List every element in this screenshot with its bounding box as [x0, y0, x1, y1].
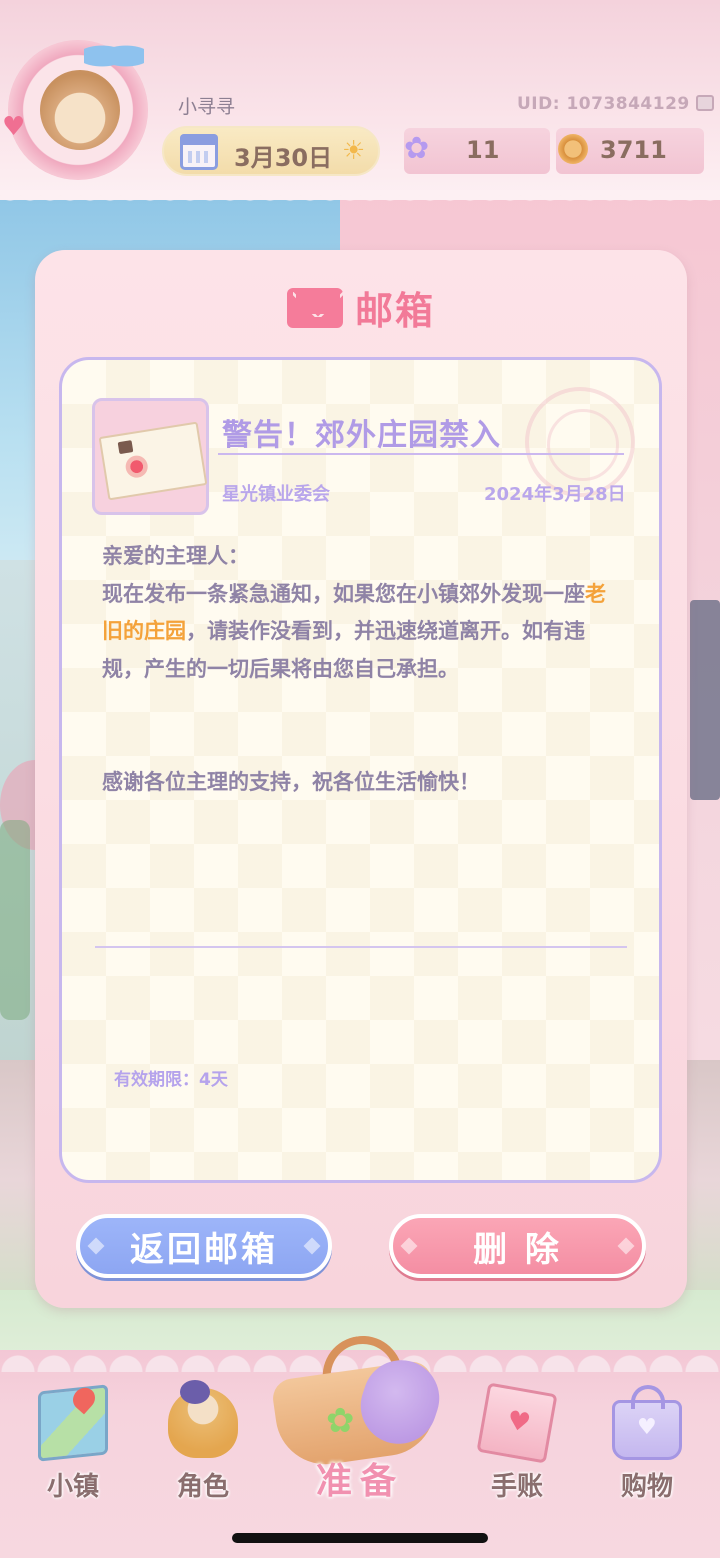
green-bow-icon: ✿ [326, 1401, 355, 1441]
gem-counter[interactable]: ✿ 11 [404, 128, 550, 174]
mail-body-part-1: 现在发布一条紧急通知，如果您在小镇郊外发现一座 [102, 581, 585, 606]
sun-icon: ☀ [342, 136, 366, 166]
map-pin-icon [68, 1383, 100, 1415]
back-button-label: 返回邮箱 [130, 1229, 278, 1270]
letter-thumbnail-icon [92, 398, 209, 515]
delete-button[interactable]: 删 除 [389, 1214, 646, 1278]
star-gem-icon: ✿ [404, 131, 430, 166]
mail-sender: 星光镇业委会 [222, 484, 330, 505]
window-frame [690, 600, 720, 800]
envelope-card [98, 421, 208, 501]
uid-text: UID: 1073844129 [517, 94, 690, 114]
back-to-mailbox-button[interactable]: 返回邮箱 [76, 1214, 332, 1278]
heart-icon: ♥ [2, 112, 26, 142]
top-hat-icon [117, 440, 134, 455]
subject-divider [218, 453, 624, 455]
mail-date: 2024年3月28日 [484, 484, 626, 505]
nav-prepare-label: 准备 [315, 1461, 404, 1502]
mail-greeting: 亲爱的主理人： [102, 544, 249, 568]
uid-label[interactable]: UID: 1073844129 [517, 94, 714, 114]
diamond-icon [87, 1237, 105, 1255]
envelope-icon [286, 287, 343, 328]
wax-seal-icon [124, 454, 150, 480]
nav-shop[interactable]: ♥ 购物 [592, 1385, 702, 1502]
nav-prepare[interactable]: ✿ 准备 [262, 1330, 458, 1502]
coin-counter[interactable]: 3711 [556, 128, 704, 174]
journal-icon: ♥ [476, 1382, 558, 1464]
nav-journal-label: 手账 [490, 1472, 543, 1502]
cherry-icon: ♥ [504, 1405, 533, 1440]
mail-closing: 感谢各位主理的支持，祝各位生活愉快！ [102, 770, 480, 794]
nav-journal[interactable]: ♥ 手账 [462, 1382, 572, 1502]
nav-town-label: 小镇 [46, 1472, 99, 1502]
delete-button-label: 删 除 [473, 1229, 562, 1270]
nav-character-label: 角色 [176, 1472, 229, 1502]
copy-icon[interactable] [695, 95, 714, 111]
date-display[interactable]: 3月30日 ☀ [162, 126, 380, 176]
home-indicator[interactable] [232, 1533, 488, 1543]
nav-shop-label: 购物 [620, 1472, 673, 1502]
gem-count: 11 [466, 136, 500, 164]
body-divider [95, 946, 627, 948]
mail-subject: 警告！郊外庄园禁入 [222, 418, 501, 453]
calendar-icon [180, 134, 218, 170]
diamond-icon [303, 1237, 321, 1255]
username: 小寻寻 [178, 96, 236, 118]
mailbox-title: 邮箱 [354, 289, 435, 333]
panel-title: 邮箱 [35, 280, 687, 335]
mail-paragraph: 现在发布一条紧急通知，如果您在小镇郊外发现一座老旧的庄园，请装作没看到，并迅速绕… [102, 576, 612, 689]
nav-character[interactable]: 角色 [148, 1380, 258, 1502]
diamond-icon [400, 1237, 418, 1255]
bow-icon [84, 38, 144, 74]
shiba-dog-avatar-icon [40, 70, 120, 150]
expiry-label: 有效期限：4天 [114, 1070, 228, 1090]
map-icon [38, 1383, 108, 1462]
diamond-icon [617, 1237, 635, 1255]
nav-town[interactable]: 小镇 [18, 1383, 128, 1502]
coin-count: 3711 [600, 136, 667, 164]
shopping-bag-icon: ♥ [612, 1385, 682, 1460]
lace-trim [0, 190, 720, 210]
mail-body: 亲爱的主理人： 现在发布一条紧急通知，如果您在小镇郊外发现一座老旧的庄园，请装作… [102, 538, 612, 688]
bag-handle [631, 1385, 665, 1409]
current-date: 3月30日 [234, 144, 333, 172]
top-status-bar: ♥ 小寻寻 UID: 1073844129 3月30日 ☀ ✿ 11 3711 [0, 0, 720, 210]
coin-icon [558, 134, 588, 164]
hat-icon [180, 1380, 210, 1404]
character-icon [168, 1380, 238, 1458]
tree-trunk [0, 820, 30, 1020]
heart-icon: ♥ [637, 1415, 657, 1440]
